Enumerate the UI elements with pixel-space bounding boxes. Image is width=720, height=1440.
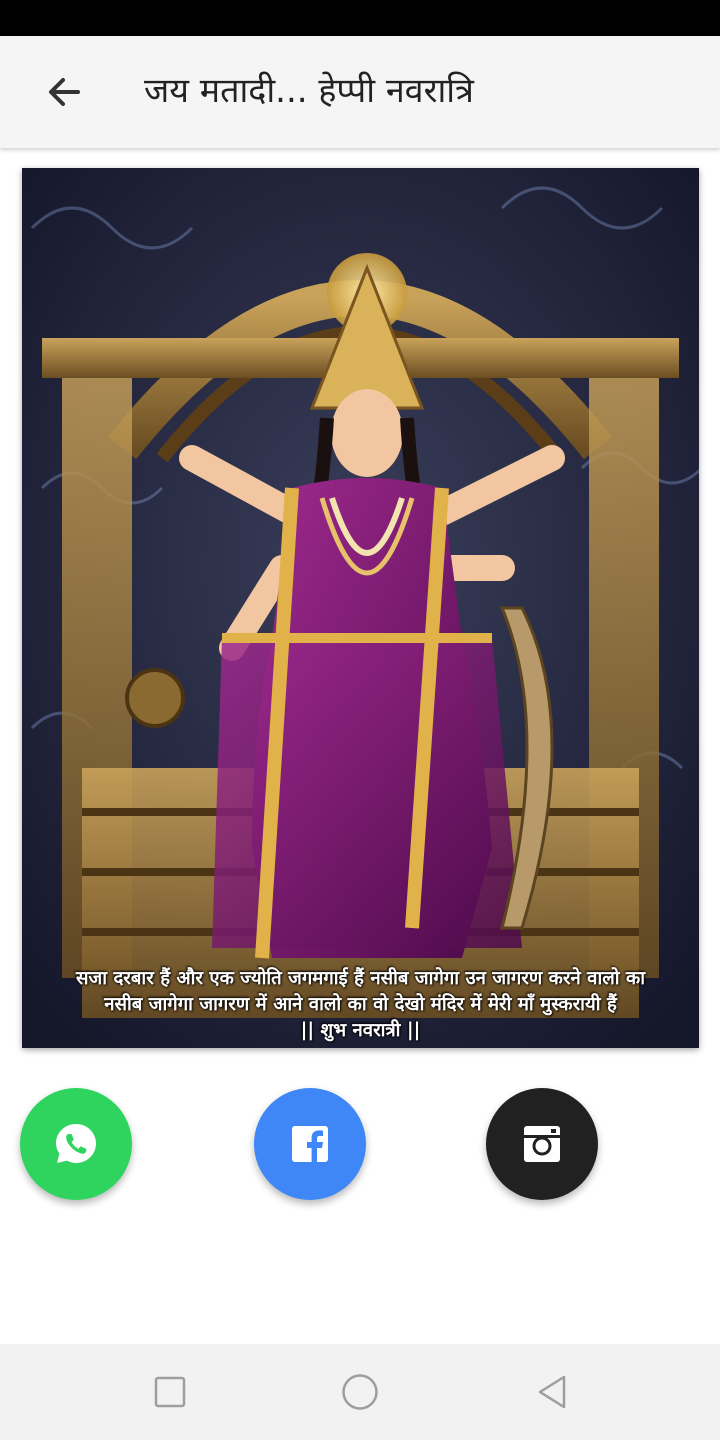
square-icon <box>154 1376 186 1408</box>
triangle-back-icon <box>538 1375 566 1409</box>
caption-line-1: सजा दरबार हैं और एक ज्योति जगमगाई हैं नस… <box>75 968 646 989</box>
nav-back-button[interactable] <box>526 1366 578 1418</box>
app-bar: जय मतादी... हेप्पी नवरात्रि <box>0 36 720 148</box>
share-whatsapp-button[interactable] <box>20 1088 132 1200</box>
status-bar <box>0 0 720 36</box>
goddess-illustration <box>22 168 699 1048</box>
image-caption: सजा दरबार हैं और एक ज्योति जगमगाई हैं नस… <box>22 966 699 1044</box>
back-button[interactable] <box>30 58 98 126</box>
facebook-icon <box>292 1126 328 1162</box>
arrow-left-icon <box>49 78 80 106</box>
instagram-icon <box>524 1126 560 1162</box>
page-title: जय मतादी... हेप्पी नवरात्रि <box>144 71 474 111</box>
navigation-bar <box>0 1344 720 1440</box>
caption-line-2: नसीब जागेगा जागरण में आने वालो का वो देख… <box>104 994 617 1015</box>
home-button[interactable] <box>334 1366 386 1418</box>
caption-line-3: || शुभ नवरात्री || <box>300 1020 421 1041</box>
whatsapp-icon <box>56 1124 96 1163</box>
share-facebook-button[interactable] <box>254 1088 366 1200</box>
navratri-image: सजा दरबार हैं और एक ज्योति जगमगाई हैं नस… <box>22 168 699 1048</box>
recents-button[interactable] <box>144 1366 196 1418</box>
circle-icon <box>342 1374 378 1410</box>
share-instagram-button[interactable] <box>486 1088 598 1200</box>
